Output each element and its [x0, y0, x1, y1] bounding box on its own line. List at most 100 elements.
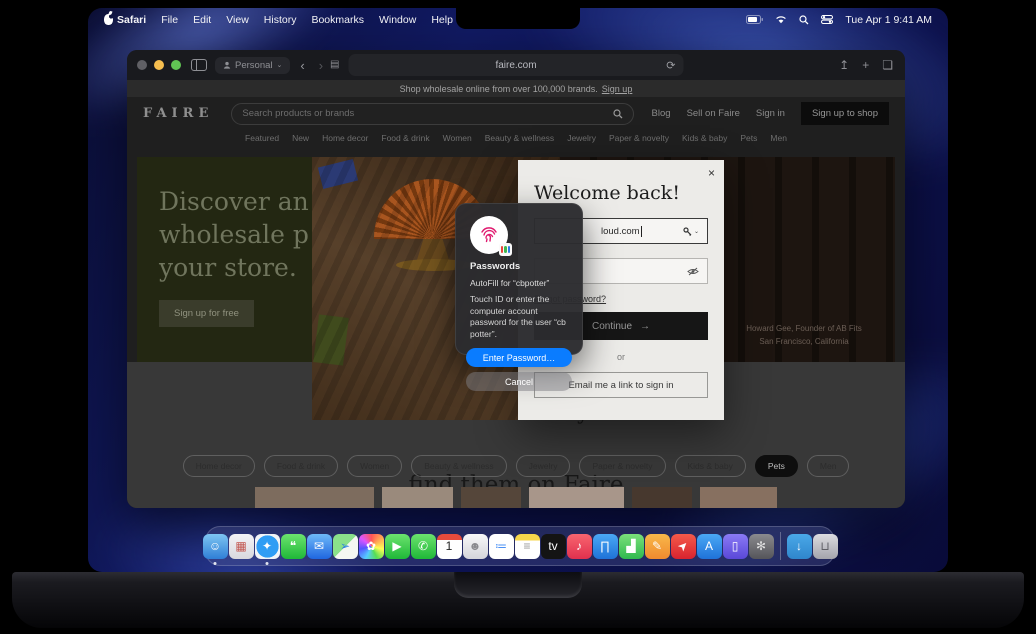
header-link[interactable]: Sign in	[756, 108, 785, 119]
category-link[interactable]: New	[292, 133, 309, 143]
dock-phone-icon[interactable]: ✆	[411, 534, 436, 559]
autofill-key-icon[interactable]: ⌄	[683, 227, 699, 236]
category-link[interactable]: Pets	[740, 133, 757, 143]
display: Safari File Edit View History Bookmarks Window…	[88, 8, 948, 572]
dialog-autofill-line: AutoFill for “cbpotter”	[470, 278, 572, 288]
category-link[interactable]: Food & drink	[381, 133, 429, 143]
zoom-window-button[interactable]	[171, 60, 181, 70]
clock[interactable]: Tue Apr 1 9:41 AM	[845, 14, 932, 26]
dock-photos-icon[interactable]: ✿	[359, 534, 384, 559]
menu-item[interactable]: Help	[431, 14, 453, 26]
signup-free-button[interactable]: Sign up for free	[159, 300, 254, 327]
category-pill[interactable]: Food & drink	[264, 455, 338, 477]
dock-launchpad-icon[interactable]: ▦	[229, 534, 254, 559]
dock-mail-icon[interactable]: ✉	[307, 534, 332, 559]
enter-password-button[interactable]: Enter Password…	[466, 348, 572, 367]
category-pill[interactable]: Beauty & wellness	[411, 455, 506, 477]
category-pill[interactable]: Home decor	[183, 455, 255, 477]
dock-maps-icon[interactable]: ➢	[333, 534, 358, 559]
share-icon[interactable]: ↥	[839, 58, 849, 72]
spotlight-search-icon[interactable]	[799, 15, 809, 25]
category-link[interactable]: Jewelry	[567, 133, 596, 143]
close-icon[interactable]: ×	[708, 166, 715, 180]
category-link[interactable]: Men	[770, 133, 787, 143]
back-button[interactable]: ‹	[300, 58, 304, 73]
safari-toolbar: Personal ⌄ ‹ › ▤ faire.com ⟳ ↥ + ❏	[127, 50, 905, 80]
announcement-signup-link[interactable]: Sign up	[602, 84, 633, 94]
dock-keynote-icon[interactable]: ∏	[593, 534, 618, 559]
dock-facetime-icon[interactable]: ▶	[385, 534, 410, 559]
header-link[interactable]: Blog	[652, 108, 671, 119]
wifi-icon[interactable]	[775, 15, 787, 24]
category-pill[interactable]: Men	[807, 455, 850, 477]
person-icon	[223, 61, 231, 69]
dock-notes-icon[interactable]: ≡	[515, 534, 540, 559]
apple-menu-icon[interactable]	[104, 14, 113, 25]
show-password-eye-icon[interactable]	[687, 267, 699, 276]
category-link[interactable]: Home decor	[322, 133, 368, 143]
address-bar[interactable]: faire.com ⟳	[349, 54, 684, 76]
dock-tv-icon[interactable]: tv	[541, 534, 566, 559]
dock-safari-icon[interactable]: ✦	[255, 534, 280, 559]
laptop-chassis	[12, 572, 1024, 628]
dock-reminders-icon[interactable]: ≔	[489, 534, 514, 559]
category-link[interactable]: Featured	[245, 133, 279, 143]
battery-icon[interactable]	[746, 15, 763, 24]
dock-numbers-icon[interactable]: ▟	[619, 534, 644, 559]
new-tab-icon[interactable]: +	[862, 58, 869, 72]
category-link[interactable]: Women	[443, 133, 472, 143]
dock-system-settings-icon[interactable]: ✻	[749, 534, 774, 559]
category-link[interactable]: Paper & novelty	[609, 133, 669, 143]
dock-calendar-icon[interactable]: 1	[437, 534, 462, 559]
dock-pages-icon[interactable]: ✎	[645, 534, 670, 559]
header-link[interactable]: Sell on Faire	[687, 108, 740, 119]
sidebar-toggle-icon[interactable]	[191, 59, 207, 71]
category-pill[interactable]: Jewelry	[516, 455, 571, 477]
category-nav: Featured New Home decor Food & drink Women Be…	[127, 130, 905, 145]
dock-messages-icon[interactable]: ❝	[281, 534, 306, 559]
dock-divider	[780, 532, 781, 560]
dock-trash-icon[interactable]: ⊔	[813, 534, 838, 559]
category-pill[interactable]: Paper & novelty	[579, 455, 665, 477]
site-search[interactable]	[231, 103, 633, 125]
menu-item[interactable]: History	[264, 14, 297, 26]
cancel-button[interactable]: Cancel	[466, 372, 572, 391]
menu-item[interactable]: View	[226, 14, 249, 26]
dock-contacts-icon[interactable]: ☻	[463, 534, 488, 559]
forward-button[interactable]: ›	[319, 58, 323, 73]
category-pill[interactable]: Women	[347, 455, 402, 477]
profile-switcher[interactable]: Personal ⌄	[215, 57, 290, 74]
menu-item[interactable]: File	[161, 14, 178, 26]
dock-app-store-icon[interactable]: A	[697, 534, 722, 559]
dock-finder-icon[interactable]: ☺	[203, 534, 228, 559]
dock-music-icon[interactable]: ♪	[567, 534, 592, 559]
category-link[interactable]: Kids & baby	[682, 133, 727, 143]
category-pill[interactable]: Pets	[755, 455, 798, 477]
menu-item[interactable]: Window	[379, 14, 416, 26]
signup-to-shop-button[interactable]: Sign up to shop	[801, 102, 889, 125]
arrow-right-icon: →	[640, 321, 650, 332]
privacy-report-icon[interactable]: ▤	[330, 59, 339, 70]
minimize-window-button[interactable]	[154, 60, 164, 70]
search-input[interactable]	[242, 108, 612, 119]
product-strip	[127, 487, 905, 508]
menu-item[interactable]: Safari	[117, 14, 146, 26]
menu-item[interactable]: Bookmarks	[311, 14, 364, 26]
dock-rocket-app-icon[interactable]: ➤	[671, 534, 696, 559]
faire-logo[interactable]: FAIRE	[143, 106, 213, 121]
tab-overview-icon[interactable]: ❏	[882, 58, 893, 72]
category-link[interactable]: Beauty & wellness	[485, 133, 554, 143]
dock-iphone-mirroring-icon[interactable]: ▯	[723, 534, 748, 559]
announcement-text: Shop wholesale online from over 100,000 …	[400, 84, 598, 94]
touch-id-icon	[470, 216, 508, 254]
control-center-icon[interactable]	[821, 15, 833, 24]
product-image	[700, 487, 777, 508]
photo-prop	[318, 159, 358, 189]
category-pill[interactable]: Kids & baby	[675, 455, 746, 477]
close-window-button[interactable]	[137, 60, 147, 70]
search-icon	[613, 109, 623, 119]
menu-item[interactable]: Edit	[193, 14, 211, 26]
touch-id-dialog: Passwords AutoFill for “cbpotter” Touch …	[455, 203, 583, 355]
dock-downloads-folder-icon[interactable]: ↓	[787, 534, 812, 559]
reload-icon[interactable]: ⟳	[666, 59, 675, 72]
